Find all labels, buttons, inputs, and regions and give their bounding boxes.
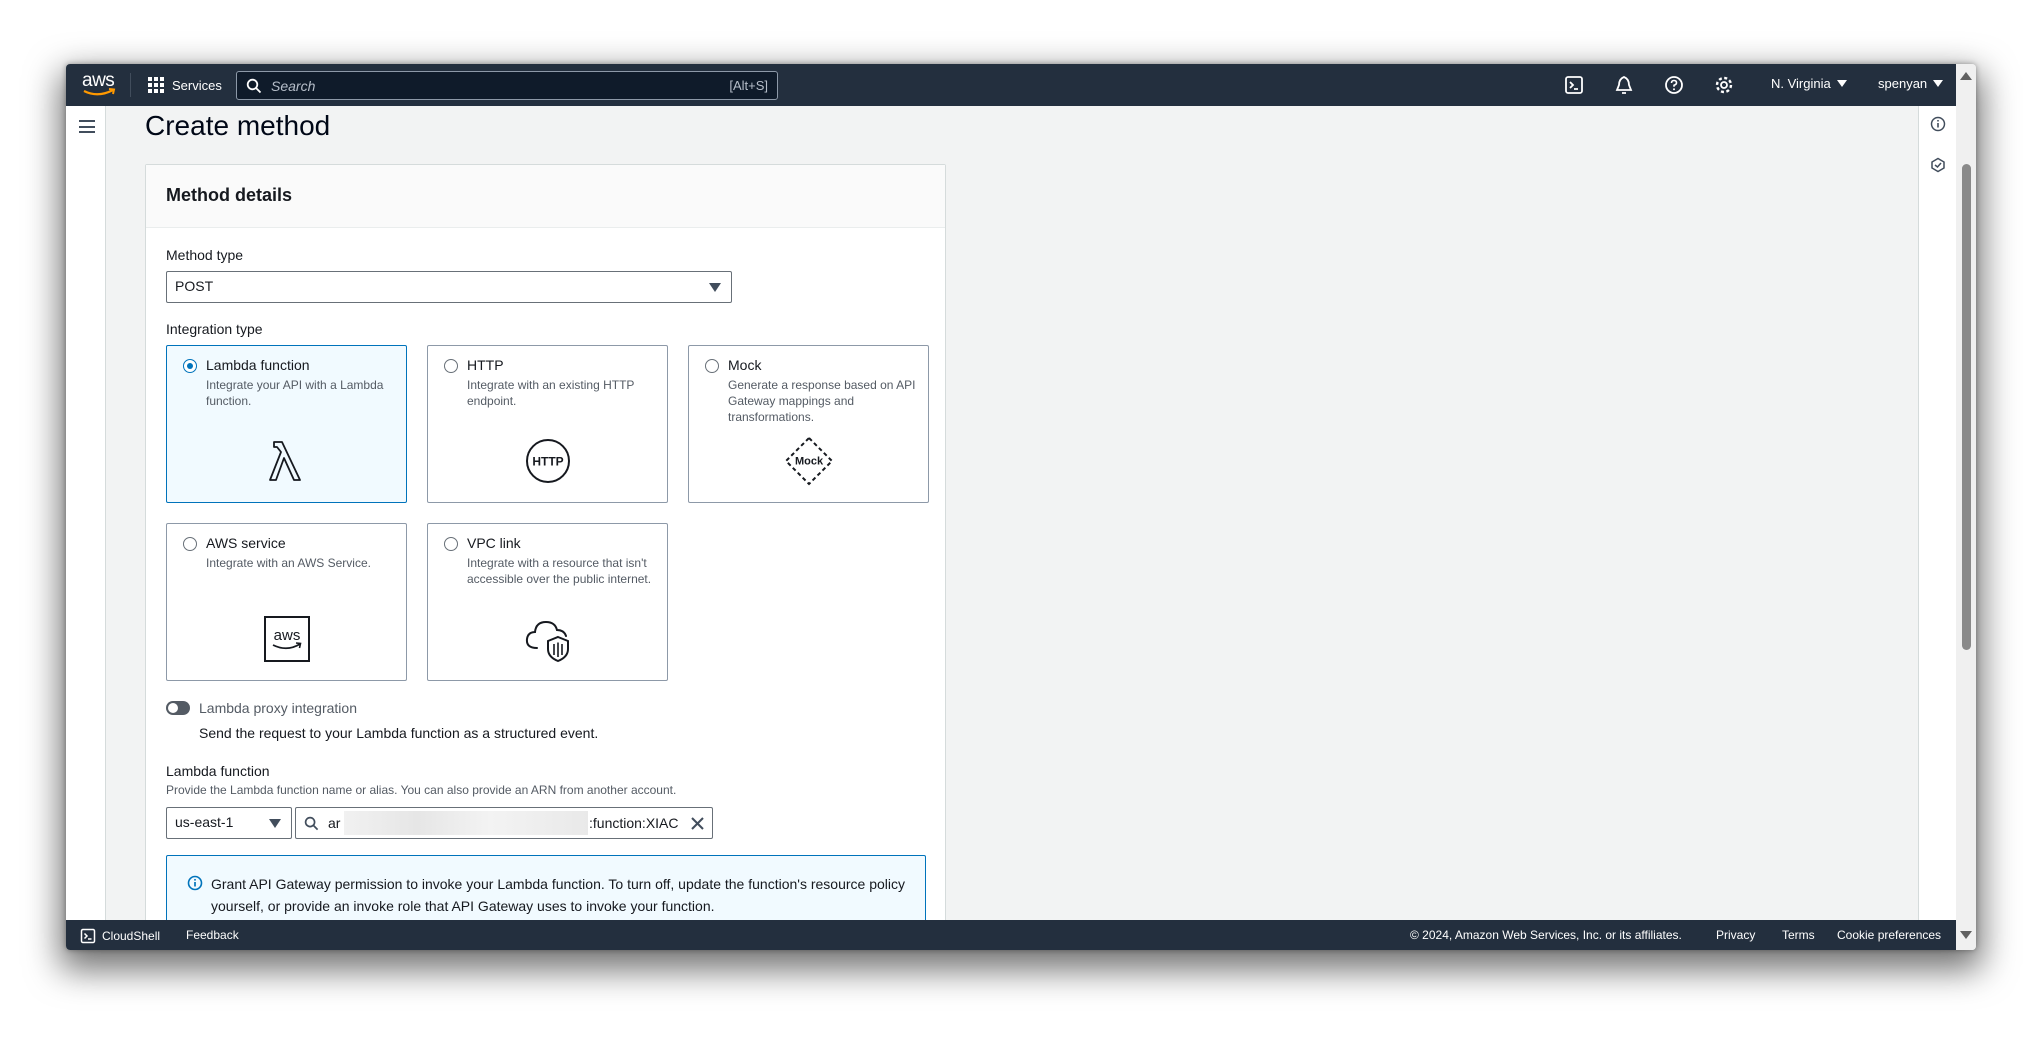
redacted-arn-blur (344, 811, 588, 835)
panel-heading: Method details (166, 185, 293, 205)
search-placeholder: Search (271, 78, 316, 94)
region-caret-icon (1836, 80, 1847, 87)
aws-logo[interactable]: aws (80, 70, 120, 99)
proxy-toggle-description: Send the request to your Lambda function… (199, 725, 599, 741)
mock-icon-text: Mock (795, 456, 824, 468)
method-type-value: POST (175, 278, 214, 294)
menu-hamburger-icon[interactable] (79, 120, 95, 133)
cloudshell-label: CloudShell (102, 929, 161, 943)
resources-hexagon-icon[interactable] (1930, 157, 1946, 173)
account-menu[interactable]: spenyan (1878, 76, 1944, 91)
option-title: Mock (728, 357, 762, 373)
dropdown-caret-icon (269, 819, 281, 828)
radio-http[interactable] (444, 359, 458, 373)
console-footer: CloudShell Feedback © 2024, Amazon Web S… (66, 920, 1956, 950)
http-icon: HTTP (526, 439, 570, 483)
top-navigation: aws Services Search [Alt+S] N. Virginia … (66, 64, 1956, 106)
integration-option-vpc-link[interactable]: VPC link Integrate with a resource that … (427, 523, 668, 681)
browser-window: aws Services Search [Alt+S] N. Virginia … (66, 64, 1976, 950)
copyright-text: © 2024, Amazon Web Services, Inc. or its… (1410, 928, 1682, 942)
search-icon (304, 816, 319, 831)
services-label: Services (172, 77, 222, 93)
apps-grid-icon (148, 77, 164, 93)
lambda-function-hint: Provide the Lambda function name or alia… (166, 783, 677, 797)
integration-type-label: Integration type (166, 321, 263, 337)
arn-suffix: :function:XIAC (589, 815, 679, 831)
page-scrollbar[interactable] (1956, 64, 1976, 950)
integration-option-aws-service[interactable]: AWS service Integrate with an AWS Servic… (166, 523, 407, 681)
integration-option-mock[interactable]: Mock Generate a response based on API Ga… (688, 345, 929, 503)
settings-gear-icon[interactable] (1713, 74, 1735, 96)
method-details-panel: Method details Method type POST Integrat… (145, 164, 946, 950)
info-panel-icon[interactable] (1930, 116, 1946, 132)
user-caret-icon (1933, 80, 1944, 87)
option-title: Lambda function (206, 357, 310, 373)
info-icon (187, 875, 203, 891)
aws-service-icon-text: aws (274, 627, 301, 644)
aws-smile-icon (83, 88, 116, 96)
nav-separator (130, 73, 131, 97)
aws-service-icon: aws (264, 616, 310, 662)
integration-option-lambda[interactable]: Lambda function Integrate your API with … (166, 345, 407, 503)
option-title: VPC link (467, 535, 521, 551)
notifications-bell-icon[interactable] (1613, 74, 1635, 96)
cookie-preferences-link[interactable]: Cookie preferences (1837, 928, 1941, 942)
right-side-rail (1918, 106, 1956, 920)
lambda-icon (269, 441, 301, 481)
left-side-rail (66, 106, 106, 920)
radio-aws-service[interactable] (183, 537, 197, 551)
page-title: Create method (145, 110, 331, 141)
help-icon[interactable] (1663, 74, 1685, 96)
panel-header: Method details (146, 165, 945, 228)
mock-icon: Mock (784, 436, 834, 486)
arn-prefix: ar (328, 815, 341, 831)
radio-mock[interactable] (705, 359, 719, 373)
option-description: Integrate with an existing HTTP endpoint… (467, 378, 635, 408)
option-description: Integrate with an AWS Service. (206, 556, 371, 570)
scroll-down-arrow-icon[interactable] (1960, 931, 1972, 939)
method-type-select[interactable]: POST (166, 271, 732, 303)
lambda-function-input[interactable]: ar :function:XIAC (295, 807, 713, 839)
feedback-link[interactable]: Feedback (186, 928, 239, 942)
radio-lambda[interactable] (183, 359, 197, 373)
option-description: Generate a response based on API Gateway… (728, 378, 916, 424)
cloudshell-footer-icon (80, 928, 96, 944)
scrollbar-thumb[interactable] (1962, 164, 1971, 650)
lambda-proxy-toggle[interactable] (166, 701, 190, 715)
option-title: HTTP (467, 357, 504, 373)
alert-text: Grant API Gateway permission to invoke y… (211, 876, 905, 914)
services-menu-button[interactable]: Services (148, 74, 222, 96)
privacy-link[interactable]: Privacy (1716, 928, 1755, 942)
region-selector[interactable]: N. Virginia (1771, 76, 1847, 91)
option-description: Integrate with a resource that isn't acc… (467, 556, 652, 586)
http-icon-text: HTTP (532, 455, 563, 469)
user-label: spenyan (1878, 76, 1928, 91)
proxy-toggle-label: Lambda proxy integration (199, 700, 357, 716)
radio-vpc-link[interactable] (444, 537, 458, 551)
dropdown-caret-icon (709, 283, 721, 292)
cloudshell-button[interactable]: CloudShell (80, 928, 160, 944)
option-title: AWS service (206, 535, 286, 551)
terms-link[interactable]: Terms (1782, 928, 1815, 942)
search-icon (246, 78, 262, 94)
lambda-region-select[interactable]: us-east-1 (166, 807, 292, 839)
cloudshell-icon[interactable] (1563, 74, 1585, 96)
lambda-region-value: us-east-1 (175, 814, 234, 830)
clear-close-icon[interactable] (690, 816, 705, 831)
region-label: N. Virginia (1771, 76, 1831, 91)
option-description: Integrate your API with a Lambda functio… (206, 378, 384, 408)
integration-option-http[interactable]: HTTP Integrate with an existing HTTP end… (427, 345, 668, 503)
search-input[interactable]: Search [Alt+S] (236, 71, 778, 100)
method-type-label: Method type (166, 247, 244, 263)
vpc-link-cloud-shield-icon (525, 620, 569, 663)
lambda-function-label: Lambda function (166, 763, 270, 779)
search-shortcut: [Alt+S] (729, 78, 768, 93)
scroll-up-arrow-icon[interactable] (1960, 72, 1972, 80)
